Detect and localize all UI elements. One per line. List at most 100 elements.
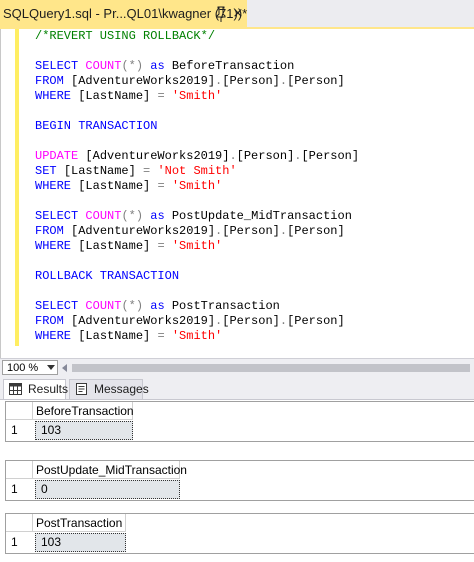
code-token: 'Not Smith': [157, 164, 237, 178]
result-cell[interactable]: 103: [35, 421, 133, 440]
horizontal-scrollbar[interactable]: [62, 360, 472, 375]
results-tab-strip: Results Messages: [0, 376, 474, 400]
code-token: [Person]: [236, 149, 295, 163]
code-line[interactable]: WHERE [LastName] = 'Smith': [35, 239, 359, 254]
code-line[interactable]: WHERE [LastName] = 'Smith': [35, 89, 359, 104]
tab-messages[interactable]: Messages: [69, 379, 149, 399]
code-line[interactable]: UPDATE [AdventureWorks2019].[Person].[Pe…: [35, 149, 359, 164]
code-token: [Person]: [222, 224, 280, 238]
document-tab-bar: SQLQuery1.sql - Pr...QL01\kwagner (71))*…: [0, 0, 474, 29]
editor-status-strip: 100 %: [0, 358, 474, 376]
messages-icon: [76, 383, 87, 395]
tab-results-label: Results: [28, 382, 69, 396]
code-token: as: [150, 299, 172, 313]
code-token: .: [279, 224, 288, 238]
zoom-dropdown[interactable]: 100 %: [2, 360, 58, 375]
code-token: (*): [121, 59, 151, 73]
code-token: WHERE: [35, 329, 79, 343]
code-line[interactable]: [35, 284, 359, 299]
code-token: as: [150, 209, 172, 223]
code-line[interactable]: SET [LastName] = 'Not Smith': [35, 164, 359, 179]
result-cell[interactable]: 0: [35, 480, 180, 499]
code-token: [LastName]: [78, 179, 158, 193]
selection-margin: [1, 29, 14, 358]
grid-icon: [9, 383, 22, 395]
code-line[interactable]: ROLLBACK TRANSACTION: [35, 269, 359, 284]
grid-corner[interactable]: [6, 514, 33, 532]
code-token: SELECT: [35, 209, 86, 223]
code-token: [Person]: [287, 314, 345, 328]
code-text[interactable]: /*REVERT USING ROLLBACK*/SELECT COUNT(*)…: [35, 29, 359, 344]
code-line[interactable]: FROM [AdventureWorks2019].[Person].[Pers…: [35, 314, 359, 329]
row-number[interactable]: 1: [6, 479, 33, 499]
result-grid-2[interactable]: PostUpdate_MidTransaction 1 0: [5, 460, 474, 501]
code-token: 'Smith': [171, 89, 223, 103]
code-token: /*REVERT USING ROLLBACK*/: [35, 29, 216, 43]
close-tab-icon[interactable]: ×: [231, 6, 245, 22]
code-token: (*): [121, 299, 151, 313]
code-token: ROLLBACK TRANSACTION: [35, 269, 180, 283]
code-line[interactable]: FROM [AdventureWorks2019].[Person].[Pers…: [35, 224, 359, 239]
code-token: [Person]: [222, 314, 280, 328]
code-token: UPDATE: [35, 149, 86, 163]
query-tab-title: SQLQuery1.sql - Pr...QL01\kwagner (71))*: [3, 6, 248, 21]
query-tab[interactable]: SQLQuery1.sql - Pr...QL01\kwagner (71))*…: [0, 0, 247, 29]
code-token: COUNT: [85, 299, 122, 313]
code-token: BEGIN TRANSACTION: [35, 119, 158, 133]
code-line[interactable]: [35, 44, 359, 59]
code-line[interactable]: [35, 254, 359, 269]
code-token: [Person]: [222, 74, 280, 88]
horizontal-scroll-thumb[interactable]: [72, 364, 470, 372]
code-line[interactable]: SELECT COUNT(*) as BeforeTransaction: [35, 59, 359, 74]
code-token: 'Smith': [171, 239, 223, 253]
result-grid-1[interactable]: BeforeTransaction 1 103: [5, 401, 474, 442]
code-token: [Person]: [287, 224, 345, 238]
code-line[interactable]: /*REVERT USING ROLLBACK*/: [35, 29, 359, 44]
column-header[interactable]: PostUpdate_MidTransaction: [33, 461, 187, 479]
code-token: .: [229, 149, 237, 163]
result-grid-3[interactable]: PostTransaction 1 103: [5, 513, 474, 554]
row-number[interactable]: 1: [6, 532, 33, 552]
grid-corner[interactable]: [6, 402, 33, 420]
code-line[interactable]: WHERE [LastName] = 'Smith': [35, 179, 359, 194]
code-line[interactable]: FROM [AdventureWorks2019].[Person].[Pers…: [35, 74, 359, 89]
code-token: [AdventureWorks2019]: [71, 224, 216, 238]
code-token: WHERE: [35, 89, 79, 103]
row-number[interactable]: 1: [6, 420, 33, 440]
pin-icon[interactable]: [214, 5, 228, 23]
code-line[interactable]: SELECT COUNT(*) as PostTransaction: [35, 299, 359, 314]
code-token: .: [279, 314, 288, 328]
code-line[interactable]: [35, 104, 359, 119]
code-token: BeforeTransaction: [171, 59, 295, 73]
column-header[interactable]: PostTransaction: [33, 514, 126, 532]
code-token: [AdventureWorks2019]: [85, 149, 230, 163]
tab-results[interactable]: Results: [3, 379, 69, 399]
grid-corner[interactable]: [6, 461, 33, 479]
code-token: FROM: [35, 314, 72, 328]
code-token: FROM: [35, 224, 72, 238]
code-token: FROM: [35, 74, 72, 88]
code-token: [Person]: [301, 149, 360, 163]
results-pane: BeforeTransaction 1 103 PostUpdate_MidTr…: [0, 400, 474, 562]
scroll-left-icon[interactable]: [62, 364, 67, 372]
code-token: as: [150, 59, 172, 73]
code-token: [LastName]: [78, 89, 158, 103]
code-token: .: [279, 74, 288, 88]
code-line[interactable]: SELECT COUNT(*) as PostUpdate_MidTransac…: [35, 209, 359, 224]
code-token: SELECT: [35, 299, 86, 313]
query-editor[interactable]: /*REVERT USING ROLLBACK*/SELECT COUNT(*)…: [0, 29, 474, 358]
code-token: [AdventureWorks2019]: [71, 314, 216, 328]
code-line[interactable]: [35, 134, 359, 149]
code-line[interactable]: BEGIN TRANSACTION: [35, 119, 359, 134]
code-line[interactable]: [35, 194, 359, 209]
code-token: [LastName]: [78, 239, 158, 253]
code-line[interactable]: WHERE [LastName] = 'Smith': [35, 329, 359, 344]
code-token: [Person]: [287, 74, 345, 88]
code-token: PostTransaction: [171, 299, 280, 313]
code-token: 'Smith': [171, 179, 223, 193]
code-token: =: [157, 179, 172, 193]
code-token: =: [157, 329, 172, 343]
result-cell[interactable]: 103: [35, 533, 126, 552]
column-header[interactable]: BeforeTransaction: [33, 402, 134, 420]
chevron-down-icon: [47, 365, 55, 370]
